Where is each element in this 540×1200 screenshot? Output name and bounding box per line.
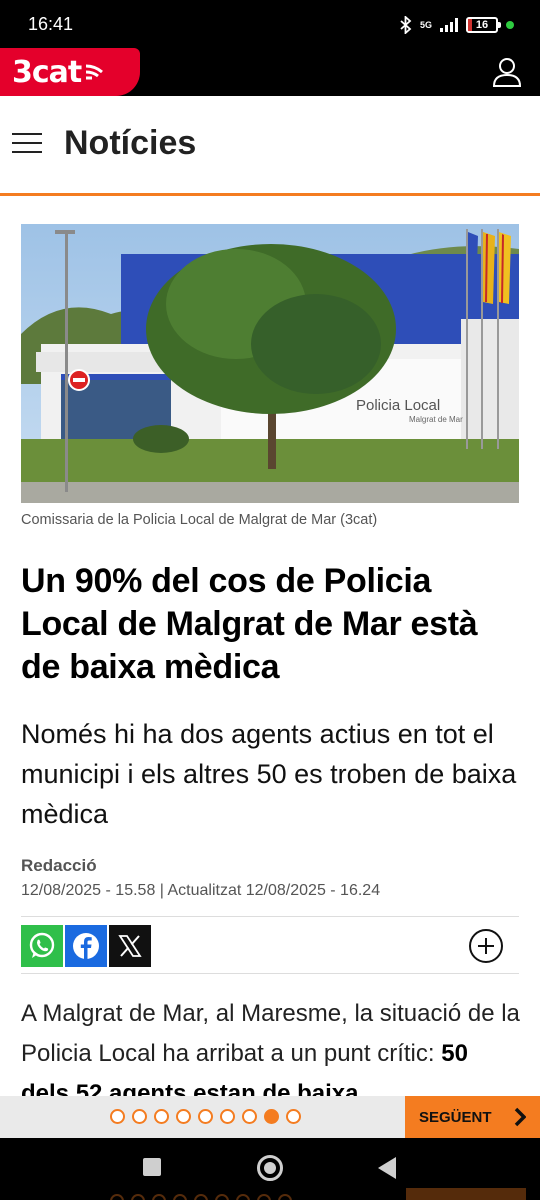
x-icon: [118, 935, 142, 957]
section-header: Notícies: [0, 96, 540, 196]
share-bar: [21, 916, 519, 974]
privacy-indicator-dot: [506, 21, 514, 29]
pager-reflection: [110, 1194, 292, 1200]
article-dates: 12/08/2025 - 15.58 | Actualitzat 12/08/2…: [21, 882, 381, 899]
article-author[interactable]: Redacció: [21, 856, 97, 876]
article-photo: Policia Local Malgrat de Mar: [21, 224, 519, 503]
section-title: Notícies: [64, 124, 197, 162]
police-station-image: Policia Local Malgrat de Mar: [21, 224, 519, 503]
pager-dot[interactable]: [176, 1109, 191, 1124]
next-article-button[interactable]: SEGÜENT: [405, 1096, 540, 1138]
home-button[interactable]: [257, 1155, 283, 1181]
chevron-right-icon: [514, 1107, 526, 1127]
bluetooth-icon: [400, 16, 412, 34]
logo-wave-icon: [86, 64, 104, 80]
battery-level: 16: [475, 19, 489, 31]
status-time: 16:41: [28, 14, 74, 34]
menu-icon[interactable]: [12, 133, 42, 155]
article-subheadline: Només hi ha dos agents actius en tot el …: [21, 719, 517, 829]
whatsapp-icon: [29, 932, 55, 958]
pager-dot[interactable]: [220, 1109, 235, 1124]
pager-dot[interactable]: [264, 1109, 279, 1124]
status-bar: 16:41 5G 16: [0, 0, 540, 48]
battery-icon: 16: [466, 17, 501, 33]
sign-text: Policia Local: [356, 397, 440, 414]
logo-text: 3cat: [12, 54, 82, 90]
user-account-icon[interactable]: [492, 56, 522, 88]
pager-dot[interactable]: [286, 1109, 301, 1124]
x-share-button[interactable]: [109, 925, 151, 967]
pager-dots: [110, 1109, 301, 1124]
pager-dot[interactable]: [154, 1109, 169, 1124]
status-icons: 5G 16: [400, 14, 514, 36]
pager-dot[interactable]: [242, 1109, 257, 1124]
article-headline: Un 90% del cos de Policia Local de Malgr…: [21, 562, 478, 686]
signal-icon: [440, 18, 458, 32]
next-button-reflection: [406, 1188, 526, 1200]
pager-dot[interactable]: [198, 1109, 213, 1124]
facebook-icon: [73, 933, 99, 959]
back-button[interactable]: [378, 1157, 396, 1179]
pager-dot[interactable]: [132, 1109, 147, 1124]
photo-caption: Comissaria de la Policia Local de Malgra…: [21, 512, 378, 528]
next-label: SEGÜENT: [419, 1108, 492, 1126]
sign-subtext: Malgrat de Mar: [409, 415, 463, 424]
pager-dot[interactable]: [110, 1109, 125, 1124]
system-nav-bar: [0, 1138, 540, 1200]
logo[interactable]: 3cat: [0, 48, 140, 96]
article-pager: SEGÜENT: [0, 1096, 540, 1138]
plus-circle-icon[interactable]: [469, 929, 503, 963]
recent-apps-button[interactable]: [143, 1158, 161, 1176]
facebook-share-button[interactable]: [65, 925, 107, 967]
network-type: 5G: [419, 19, 432, 30]
brand-bar: 3cat: [0, 48, 540, 96]
whatsapp-share-button[interactable]: [21, 925, 63, 967]
